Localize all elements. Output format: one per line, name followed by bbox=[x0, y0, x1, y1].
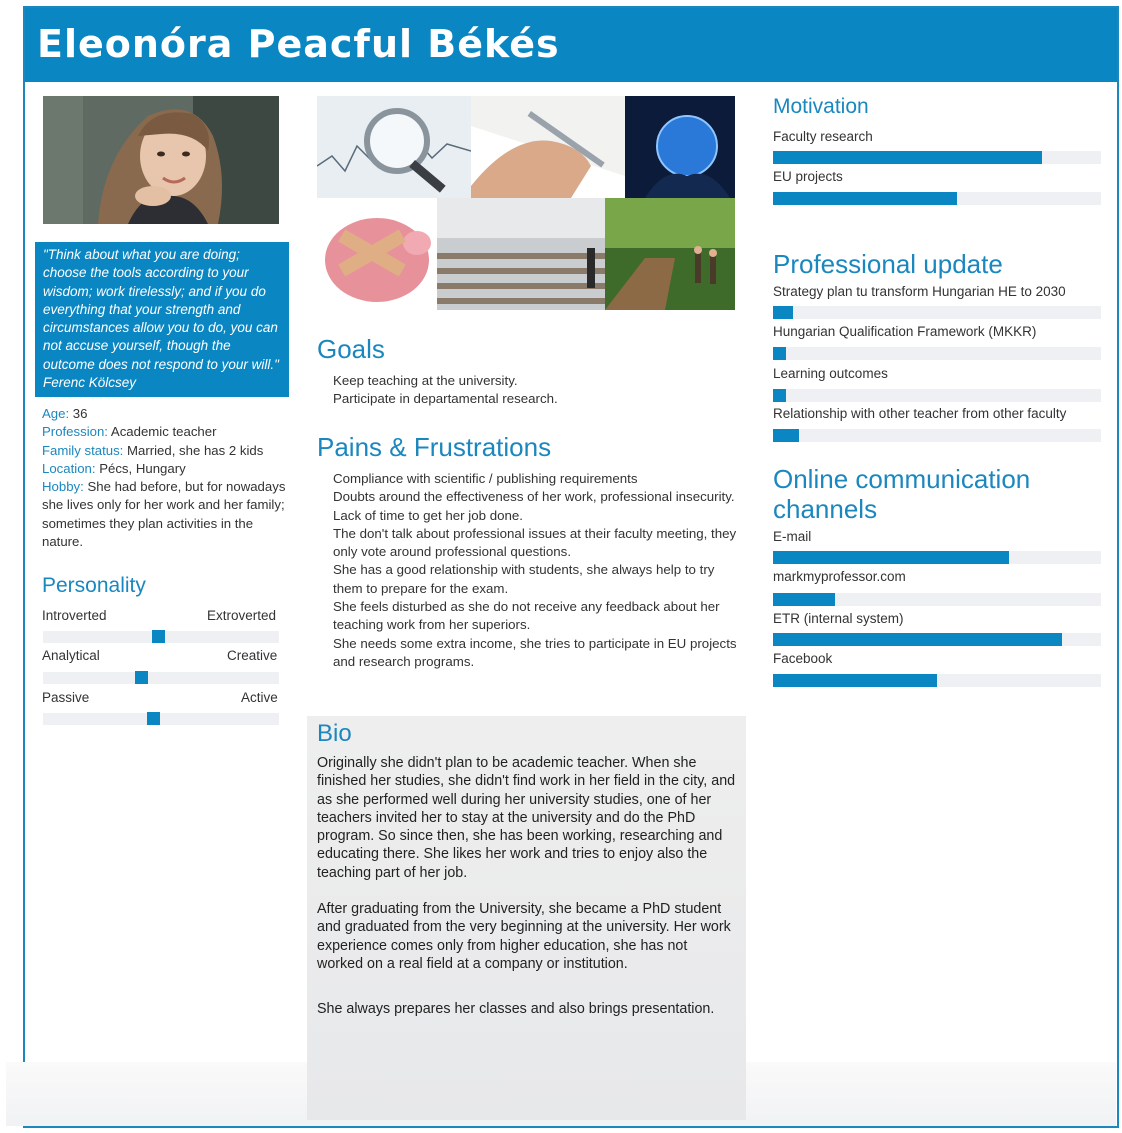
channel-bar bbox=[773, 674, 1101, 687]
update-bar bbox=[773, 389, 1101, 402]
bar-fill bbox=[773, 192, 957, 205]
scale-right-label: Extroverted bbox=[207, 608, 277, 623]
scale-right-label: Active bbox=[241, 690, 278, 705]
pain-item: The don't talk about professional issues… bbox=[333, 525, 737, 560]
online-channels-title: Online communication channels bbox=[773, 464, 1031, 524]
update-label: Learning outcomes bbox=[773, 366, 888, 381]
channel-label: markmyprofessor.com bbox=[773, 569, 906, 584]
update-label: Relationship with other teacher from oth… bbox=[773, 406, 1067, 421]
scale-left-label: Passive bbox=[42, 690, 90, 705]
scale-track bbox=[43, 671, 279, 684]
pain-item: Doubts around the effectiveness of her w… bbox=[333, 489, 735, 505]
motivation-label: Faculty research bbox=[773, 129, 873, 144]
writing-hand-image bbox=[471, 96, 625, 198]
bar-fill bbox=[773, 593, 836, 606]
scale-knob[interactable] bbox=[135, 671, 149, 684]
bar-fill bbox=[773, 389, 787, 402]
scale-right-label: Creative bbox=[227, 648, 278, 663]
info-profession: Profession: Academic teacher bbox=[42, 424, 217, 440]
globe-hands-image bbox=[625, 96, 735, 198]
motivation-label: EU projects bbox=[773, 169, 843, 184]
pains-list: Compliance with scientific / publishing … bbox=[333, 470, 737, 671]
bio-paragraph: She always prepares her classes and also… bbox=[317, 1001, 715, 1018]
goal-item: Participate in departamental research. bbox=[333, 391, 558, 407]
pain-item: She has a good relationship with student… bbox=[333, 562, 715, 596]
bar-fill bbox=[773, 674, 937, 687]
update-bar bbox=[773, 347, 1101, 360]
bar-fill bbox=[773, 151, 1042, 164]
channel-bar bbox=[773, 593, 1101, 606]
header-bar: Eleonóra Peacful Békés bbox=[25, 8, 1117, 82]
scale-left-label: Introverted bbox=[42, 608, 107, 623]
pain-item: Lack of time to get her job done. bbox=[333, 507, 523, 523]
bar-fill bbox=[773, 306, 793, 319]
channel-label: ETR (internal system) bbox=[773, 611, 904, 626]
forest-walk-image bbox=[605, 198, 735, 310]
goals-list: Keep teaching at the university. Partici… bbox=[333, 372, 741, 409]
pain-item: She feels disturbed as she do not receiv… bbox=[333, 599, 720, 633]
bio-paragraph: Originally she didn't plan to be academi… bbox=[317, 755, 736, 881]
info-family-status: Family status: Married, she has 2 kids bbox=[42, 442, 264, 458]
motivation-title: Motivation bbox=[773, 95, 869, 118]
bar-fill bbox=[773, 429, 800, 442]
update-label: Strategy plan tu transform Hungarian HE … bbox=[773, 284, 1066, 299]
bar-fill bbox=[773, 551, 1010, 564]
channel-label: E-mail bbox=[773, 529, 812, 544]
scale-knob[interactable] bbox=[151, 630, 165, 643]
channel-bar bbox=[773, 633, 1101, 646]
channel-label: Facebook bbox=[773, 651, 833, 666]
image-collage bbox=[317, 96, 735, 310]
bar-fill bbox=[773, 347, 787, 360]
bio-section: Bio Originally she didn't plan to be aca… bbox=[307, 716, 746, 1120]
update-bar bbox=[773, 306, 1101, 319]
channel-bar bbox=[773, 551, 1101, 564]
persona-info: Age: 36 Profession: Academic teacher Fam… bbox=[42, 405, 292, 551]
bar-fill bbox=[773, 633, 1062, 646]
info-age: Age: 36 bbox=[42, 406, 88, 421]
professional-update-title: Professional update bbox=[773, 249, 1003, 279]
scale-track bbox=[43, 712, 279, 725]
piggy-bank-image bbox=[317, 198, 437, 310]
update-label: Hungarian Qualification Framework (MKKR) bbox=[773, 324, 1037, 339]
persona-quote: "Think about what you are doing; choose … bbox=[35, 242, 289, 397]
scale-track bbox=[43, 630, 279, 643]
pain-item: She needs some extra income, she tries t… bbox=[333, 635, 737, 669]
scale-left-label: Analytical bbox=[42, 648, 100, 663]
motivation-bar bbox=[773, 192, 1101, 205]
bio-paragraph: After graduating from the University, sh… bbox=[317, 901, 731, 972]
info-location: Location: Pécs, Hungary bbox=[42, 460, 186, 476]
scale-knob[interactable] bbox=[146, 712, 160, 725]
persona-name: Eleonóra Peacful Békés bbox=[37, 22, 560, 66]
magnifier-chart-image bbox=[317, 96, 471, 198]
persona-photo bbox=[43, 96, 279, 224]
personality-title: Personality bbox=[42, 574, 146, 597]
bio-title: Bio bbox=[317, 720, 352, 747]
info-hobby: Hobby: She had before, but for nowadays … bbox=[42, 479, 286, 550]
goals-title: Goals bbox=[317, 334, 385, 364]
pains-title: Pains & Frustrations bbox=[317, 432, 552, 462]
lecture-hall-image bbox=[437, 198, 605, 310]
motivation-bar bbox=[773, 151, 1101, 164]
pain-item: Compliance with scientific / publishing … bbox=[333, 471, 638, 486]
goal-item: Keep teaching at the university. bbox=[333, 373, 518, 388]
update-bar bbox=[773, 429, 1101, 442]
